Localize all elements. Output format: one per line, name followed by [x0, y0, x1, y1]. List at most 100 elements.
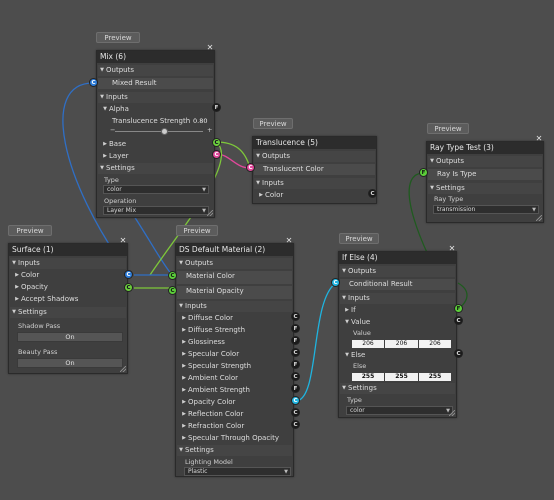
input-base[interactable]: ▶ Base — [98, 139, 213, 150]
input-row[interactable]: ▶ Glossiness — [177, 337, 292, 348]
port-mix-output[interactable]: C — [89, 78, 98, 87]
input-else[interactable]: ▼ Else — [340, 350, 455, 361]
input-value[interactable]: ▼ Value — [340, 317, 455, 328]
node-if-else[interactable]: ✕ If Else (4) ▼ Outputs Conditional Resul… — [338, 245, 457, 418]
input-color[interactable]: ▶ Color — [10, 270, 126, 281]
input-row[interactable]: ▶ Opacity Color — [177, 397, 292, 408]
input-row[interactable]: ▶ Ambient Strength — [177, 385, 292, 396]
inputs-section[interactable]: ▼ Inputs — [177, 301, 292, 312]
input-row[interactable]: ▶ Specular Through Opacity — [177, 433, 292, 444]
resize-handle[interactable] — [536, 215, 542, 221]
inputs-section[interactable]: ▼ Inputs — [254, 178, 375, 189]
input-if[interactable]: ▶ If — [340, 305, 455, 316]
port-surface-color[interactable]: C — [124, 270, 133, 279]
strength-slider[interactable] — [115, 131, 203, 132]
node-surface[interactable]: ✕ Surface (1) ▼ Inputs ▶ Color ▶ Opacity ▶ A… — [8, 237, 128, 374]
input-row[interactable]: ▶ Refraction Color — [177, 421, 292, 432]
slider-knob[interactable] — [161, 128, 168, 135]
input-row[interactable]: ▶ Diffuse Strength — [177, 325, 292, 336]
value-b-field[interactable]: 206 — [419, 340, 451, 348]
input-opacity[interactable]: ▶ Opacity — [10, 282, 126, 293]
port-ifelse-value[interactable]: C — [454, 316, 463, 325]
node-ray-type-test[interactable]: ✕ Ray Type Test (3) ▼ Outputs Ray Is Type… — [426, 135, 544, 223]
port-ds-in-7[interactable]: C — [291, 396, 300, 405]
port-ds-in-0[interactable]: C — [291, 312, 300, 321]
port-mix-base[interactable]: C — [212, 138, 221, 147]
inputs-section[interactable]: ▼ Inputs — [340, 293, 455, 304]
port-ds-out-opacity[interactable]: C — [168, 286, 177, 295]
resize-handle[interactable] — [207, 210, 213, 216]
outputs-section[interactable]: ▼ Outputs — [254, 151, 375, 162]
settings-section[interactable]: ▼ Settings — [340, 383, 455, 394]
node-title[interactable]: If Else (4) — [339, 252, 456, 264]
lighting-model-dropdown[interactable]: Plastic ▼ — [184, 467, 291, 476]
translucence-preview-button[interactable]: Preview — [253, 118, 293, 129]
ray-type-dropdown[interactable]: transmission ▼ — [433, 205, 539, 214]
resize-handle[interactable] — [120, 366, 126, 372]
inputs-section[interactable]: ▼ Inputs — [10, 258, 126, 269]
port-ds-out-color[interactable]: C — [168, 271, 177, 280]
port-ds-in-9[interactable]: C — [291, 420, 300, 429]
else-r-field[interactable]: 255 — [352, 373, 384, 381]
input-alpha[interactable]: ▼ Alpha — [98, 104, 213, 115]
node-title[interactable]: Translucence (5) — [253, 137, 376, 149]
mix-preview-button[interactable]: Preview — [96, 32, 140, 43]
port-ds-in-4[interactable]: F — [291, 360, 300, 369]
input-row[interactable]: ▶ Specular Strength — [177, 361, 292, 372]
port-ds-in-1[interactable]: F — [291, 324, 300, 333]
settings-section[interactable]: ▼ Settings — [10, 307, 126, 318]
input-row[interactable]: ▶ Diffuse Color — [177, 313, 292, 324]
input-accept-shadows[interactable]: ▶ Accept Shadows — [10, 294, 126, 305]
port-mix-layer[interactable]: C — [212, 150, 221, 159]
type-dropdown[interactable]: color▼ — [103, 185, 209, 194]
value-r-field[interactable]: 206 — [352, 340, 384, 348]
node-title[interactable]: DS Default Material (2) — [176, 244, 293, 256]
port-raytype-output[interactable]: F — [419, 168, 428, 177]
port-surface-opacity[interactable]: C — [124, 283, 133, 292]
else-b-field[interactable]: 255 — [419, 373, 451, 381]
outputs-section[interactable]: ▼ Outputs — [98, 65, 213, 76]
input-row[interactable]: ▶ Specular Color — [177, 349, 292, 360]
surface-preview-button[interactable]: Preview — [8, 225, 52, 236]
value-g-field[interactable]: 206 — [385, 340, 418, 348]
port-ds-in-3[interactable]: C — [291, 348, 300, 357]
type-dropdown[interactable]: color▼ — [346, 406, 453, 415]
output-material-color: Material Color — [177, 271, 292, 284]
outputs-section[interactable]: ▼ Outputs — [428, 156, 542, 167]
raytype-preview-button[interactable]: Preview — [427, 123, 469, 134]
port-translucence-color[interactable]: C — [368, 189, 377, 198]
port-ifelse-output[interactable]: C — [331, 278, 340, 287]
port-ds-in-6[interactable]: F — [291, 384, 300, 393]
input-layer[interactable]: ▶ Layer — [98, 151, 213, 162]
ds-preview-button[interactable]: Preview — [176, 225, 218, 236]
ifelse-preview-button[interactable]: Preview — [339, 233, 379, 244]
port-ds-in-5[interactable]: C — [291, 372, 300, 381]
node-mix[interactable]: ✕ Mix (6) ▼ Outputs Mixed Result ▼ Inputs … — [96, 44, 215, 218]
settings-section[interactable]: ▼ Settings — [428, 183, 542, 194]
input-color[interactable]: ▶ Color — [254, 190, 375, 201]
node-title[interactable]: Surface (1) — [9, 244, 127, 256]
inputs-section[interactable]: ▼ Inputs — [98, 92, 213, 103]
strength-value[interactable]: 0.80 — [193, 117, 207, 125]
outputs-section[interactable]: ▼ Outputs — [340, 266, 455, 277]
input-row[interactable]: ▶ Ambient Color — [177, 373, 292, 384]
port-mix-alpha[interactable]: F — [212, 103, 221, 112]
else-g-field[interactable]: 255 — [385, 373, 418, 381]
node-ds-default-material[interactable]: ✕ DS Default Material (2) ▼ Outputs Mater… — [175, 237, 294, 477]
operation-dropdown[interactable]: Layer Mix ▼ — [103, 206, 209, 215]
resize-handle[interactable] — [449, 410, 455, 416]
port-ifelse-else[interactable]: C — [454, 349, 463, 358]
input-row[interactable]: ▶ Reflection Color — [177, 409, 292, 420]
port-ds-in-2[interactable]: F — [291, 336, 300, 345]
node-translucence[interactable]: Translucence (5) ▼ Outputs Translucent Co… — [252, 136, 377, 204]
outputs-section[interactable]: ▼ Outputs — [177, 258, 292, 269]
port-ifelse-if[interactable]: F — [454, 304, 463, 313]
port-translucence-output[interactable]: C — [246, 163, 255, 172]
beauty-pass-toggle[interactable]: On — [17, 358, 123, 368]
port-ds-in-8[interactable]: C — [291, 408, 300, 417]
node-title[interactable]: Ray Type Test (3) — [427, 142, 543, 154]
settings-section[interactable]: ▼ Settings — [177, 445, 292, 456]
node-title[interactable]: Mix (6) — [97, 51, 214, 63]
settings-section[interactable]: ▼ Settings — [98, 163, 213, 174]
shadow-pass-toggle[interactable]: On — [17, 332, 123, 342]
